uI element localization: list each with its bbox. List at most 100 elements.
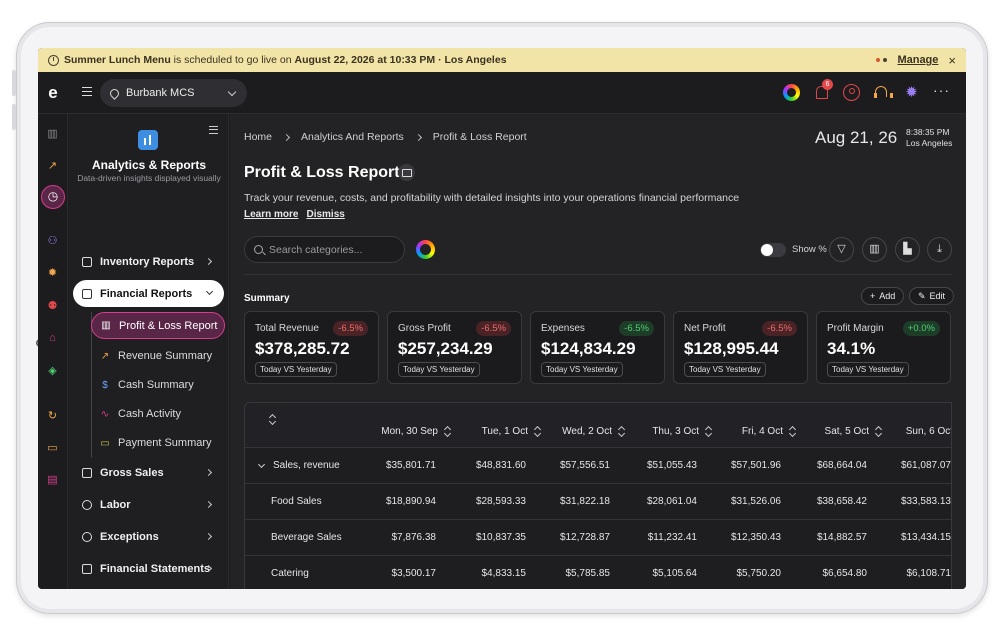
add-button[interactable]: + Add [861,287,905,305]
row-label: Sales, revenue [257,448,340,483]
ai-assistant-icon[interactable] [783,84,800,101]
summary-card[interactable]: Total Revenue -6.5% $378,285.72 Today VS… [244,311,379,384]
table-cell: $12,350.43 [730,532,781,543]
table-row: Beverage Sales $7,876.38 $10,837.35 $12,728… [245,519,951,555]
columns-icon[interactable]: ▥ [862,237,887,262]
bell-icon[interactable]: 6 [813,79,833,101]
sub-item-cash-summary[interactable]: $ Cash Summary [91,373,225,397]
sub-item-cash-activity[interactable]: ∿ Cash Activity [91,402,225,426]
bar-chart-icon: ▥ [101,320,111,331]
compare-tag[interactable]: Today VS Yesterday [541,362,623,377]
sub-item-payment-summary[interactable]: ▭ Payment Summary [91,431,225,455]
table-cell: $14,882.57 [816,532,867,543]
app-header: e Burbank MCS 6 ✹ ··· [38,72,966,233]
card-label: Expenses [541,323,585,334]
edit-button[interactable]: ✎ Edit [909,287,955,305]
timezone: Los Angeles [906,138,953,148]
breadcrumb-analytics[interactable]: Analytics And Reports [301,131,404,143]
filter-icon[interactable]: ▽ [829,237,854,262]
card-label: Total Revenue [255,323,319,334]
chevron-down-icon [205,287,214,296]
compare-tag[interactable]: Today VS Yesterday [255,362,337,377]
location-name: Burbank MCS [126,87,195,99]
summary-card[interactable]: Net Profit -6.5% $128,995.44 Today VS Ye… [673,311,808,384]
people-icon [82,500,92,510]
change-badge: +0.0% [902,321,940,336]
pencil-icon: ✎ [918,290,926,301]
doc-icon[interactable]: ▤ [46,474,59,487]
close-banner-button[interactable]: × [948,53,956,68]
card-label: Gross Profit [398,323,451,334]
nav-item-inventory-reports[interactable]: Inventory Reports [73,250,223,274]
book-icon[interactable] [398,164,415,181]
headset-icon[interactable] [873,84,893,101]
refresh-icon[interactable]: ↻ [46,410,59,423]
nav-item-financial-reports[interactable]: Financial Reports [73,280,224,307]
sub-item-revenue-summary[interactable]: ↗ Revenue Summary [91,344,225,368]
user-icon[interactable] [843,84,860,101]
table-header-row: Mon, 30 Sep Tue, 1 Oct Wed, 2 Oct Thu, 3 Oc… [245,403,951,447]
table-row[interactable]: Sales, revenue $35,801.71 $48,831.60 $57,55… [245,447,951,483]
sort-icon [705,426,711,436]
summary-card[interactable]: Gross Profit -6.5% $257,234.29 Today VS … [387,311,522,384]
location-pin-icon [108,86,121,100]
show-percent-toggle[interactable] [760,243,786,257]
chevron-down-icon[interactable] [257,460,266,468]
chart-icon[interactable]: ▥ [46,128,59,141]
menu-icon[interactable] [82,87,92,96]
nav-item-gross-sales[interactable]: Gross Sales [73,461,223,485]
more-icon[interactable]: ··· [933,83,950,101]
schedule-banner: Summer Lunch Menu is scheduled to go liv… [38,48,966,72]
show-percent-label: Show % [792,244,827,255]
card-icon: ▭ [100,437,110,449]
manage-link[interactable]: Manage [897,54,938,66]
clock-icon [48,54,59,66]
nav-item-financial-statements[interactable]: Financial Statements [73,557,223,581]
status-dots-icon [876,58,888,62]
cube-icon[interactable]: ◈ [46,365,59,378]
learn-more-link[interactable]: Learn more [244,209,298,220]
sub-item-label: Profit & Loss Report [119,319,218,332]
nav-item-exceptions[interactable]: Exceptions [73,525,223,549]
table-cell: $57,556.51 [559,460,610,471]
settings-gear-icon[interactable]: ✹ [903,84,920,101]
clock-icon[interactable]: ◷ [41,185,65,209]
location-selector[interactable]: Burbank MCS [100,79,247,107]
table-cell: $6,108.71 [906,568,952,579]
chart-view-icon[interactable]: ▙ [895,237,920,262]
dismiss-link[interactable]: Dismiss [306,209,344,220]
download-icon[interactable]: ⤓ [927,237,952,262]
table-cell: $57,501.96 [730,460,781,471]
people-icon[interactable]: ⚇ [46,235,59,248]
compare-tag[interactable]: Today VS Yesterday [398,362,480,377]
ai-assistant-icon[interactable] [416,240,435,259]
chevron-right-icon [204,257,213,266]
sort-icon[interactable] [269,414,275,424]
column-header-label: Tue, 1 Oct [481,425,528,437]
collapse-menu-icon[interactable] [209,126,218,134]
nav-item-label: Financial Reports [100,287,193,300]
sort-icon [444,426,450,436]
nav-item-labor[interactable]: Labor [73,493,223,517]
summary-card[interactable]: Expenses -6.5% $124,834.29 Today VS Yest… [530,311,665,384]
summary-card[interactable]: Profit Margin +0.0% 34.1% Today VS Yeste… [816,311,951,384]
nav-item-label: Inventory Reports [100,256,195,268]
compare-tag[interactable]: Today VS Yesterday [684,362,766,377]
sort-icon [618,426,624,436]
chat-icon[interactable]: ▭ [46,442,59,455]
row-label: Catering [271,556,309,589]
users-icon[interactable]: ⚉ [46,300,59,313]
table-cell: $7,876.38 [391,532,437,543]
sub-item-profit-loss[interactable]: ▥ Profit & Loss Report [91,312,225,339]
breadcrumb-home[interactable]: Home [244,131,272,143]
home-icon[interactable]: ⌂ [46,332,59,345]
compare-tag[interactable]: Today VS Yesterday [827,362,909,377]
app-logo[interactable]: e [44,84,62,102]
gear-icon[interactable]: ✹ [46,267,59,280]
table-cell: $28,593.33 [475,496,526,507]
trend-icon[interactable]: ↗ [46,160,59,173]
search-input[interactable] [269,243,394,256]
chevron-right-icon [204,468,213,477]
search-bar [244,236,405,263]
table-cell: $38,658.42 [816,496,867,507]
